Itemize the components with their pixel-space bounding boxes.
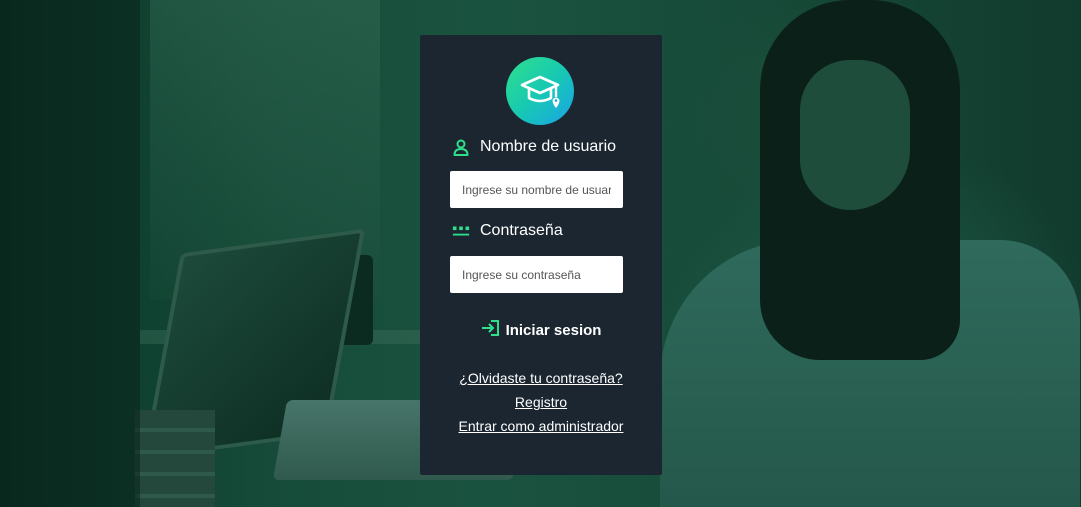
password-label-row: Contraseña — [452, 222, 563, 240]
login-button[interactable]: Iniciar sesion — [476, 318, 606, 342]
register-link[interactable]: Registro — [420, 394, 662, 410]
background-person-face — [800, 60, 910, 210]
username-label: Nombre de usuario — [480, 138, 617, 155]
admin-login-link[interactable]: Entrar como administrador — [420, 418, 662, 434]
password-label: Contraseña — [480, 222, 563, 239]
user-icon — [452, 138, 470, 156]
background-books — [135, 410, 215, 507]
forgot-password-link[interactable]: ¿Olvidaste tu contraseña? — [420, 370, 662, 386]
background-shade — [0, 0, 140, 507]
password-dots-icon — [452, 222, 470, 240]
password-input[interactable] — [450, 256, 623, 293]
sign-in-icon — [481, 319, 501, 341]
graduation-cap-icon — [506, 57, 574, 125]
login-button-label: Iniciar sesion — [505, 321, 602, 339]
username-label-row: Nombre de usuario — [452, 138, 616, 156]
graduation-cap-svg — [520, 75, 560, 108]
login-card: Nombre de usuario Contraseña Iniciar ses… — [420, 35, 662, 475]
username-input[interactable] — [450, 171, 623, 208]
